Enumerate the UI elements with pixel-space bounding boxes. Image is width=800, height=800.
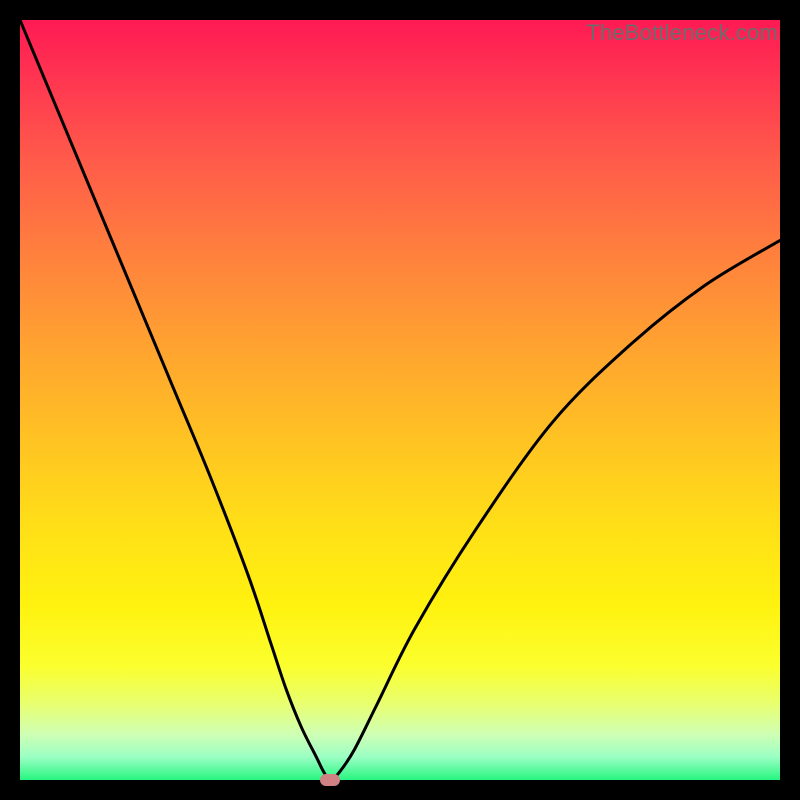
- minimum-marker: [320, 774, 340, 786]
- bottleneck-curve: [20, 20, 780, 780]
- watermark-text: TheBottleneck.com: [586, 20, 778, 46]
- chart-frame: TheBottleneck.com: [20, 20, 780, 780]
